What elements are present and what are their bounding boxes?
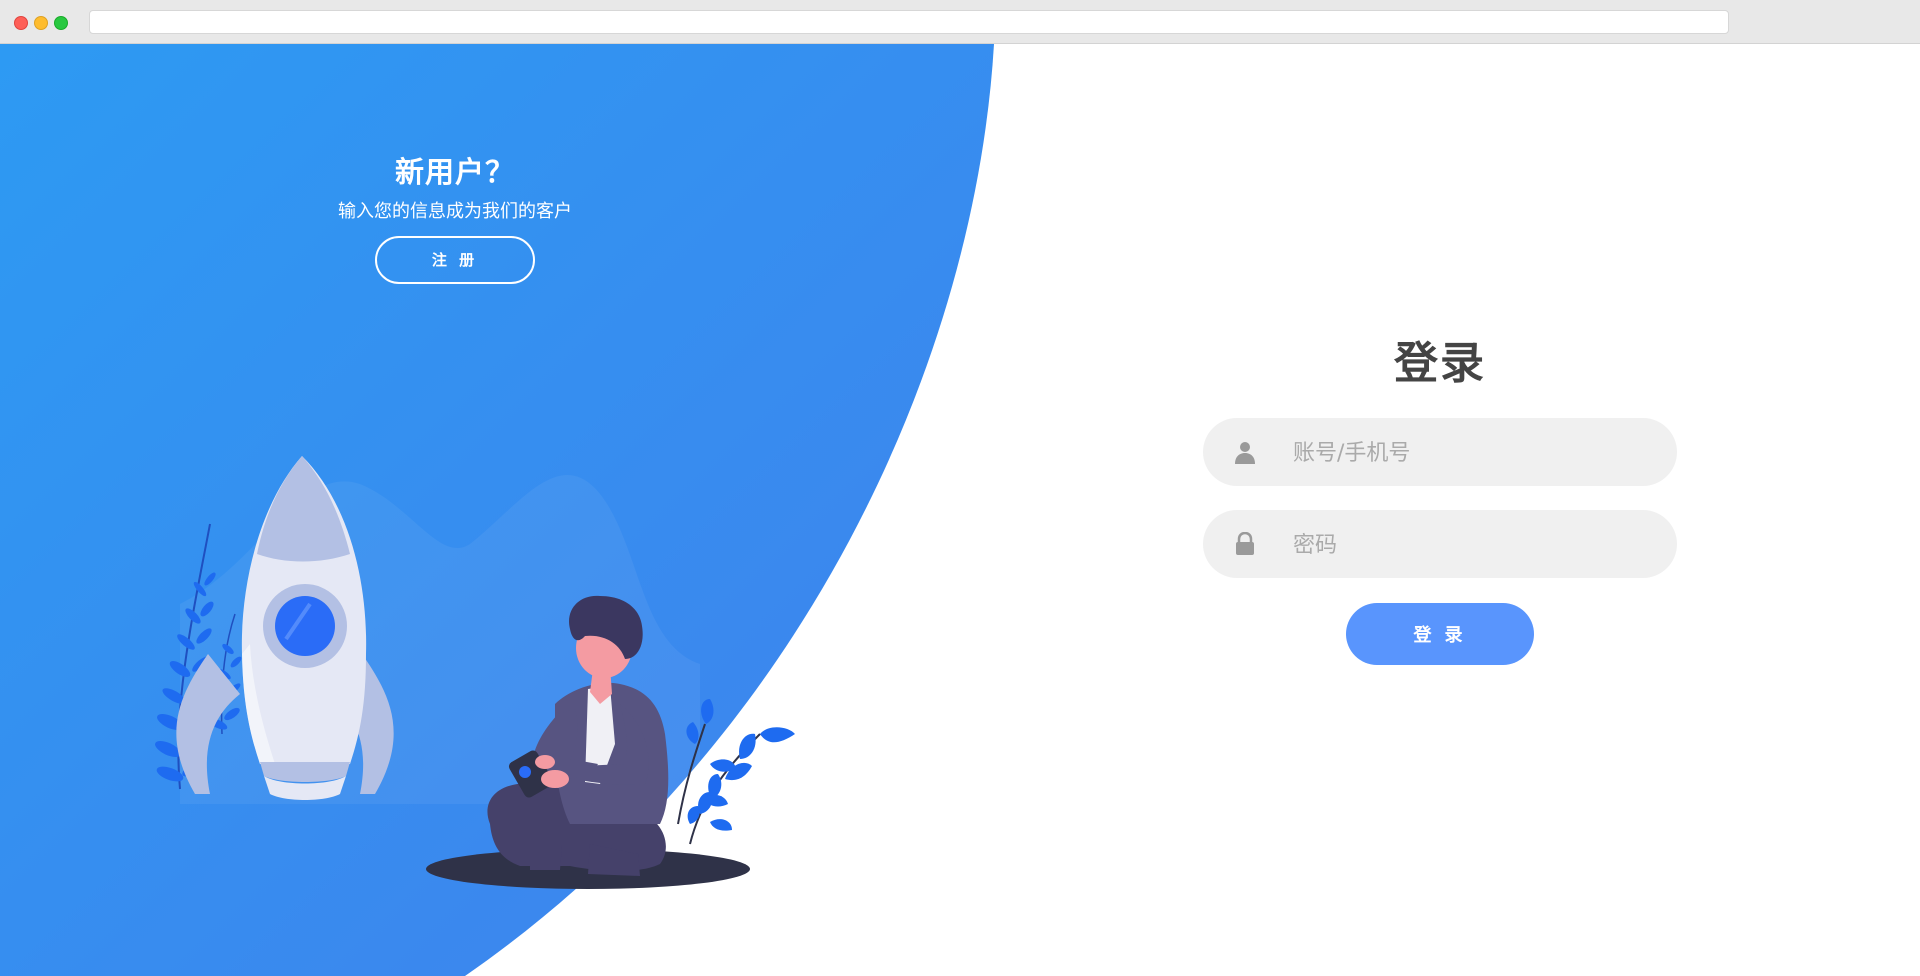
close-window-button[interactable] — [14, 16, 28, 30]
register-button[interactable]: 注 册 — [375, 236, 535, 284]
login-form: 登录 登 录 — [1203, 336, 1677, 665]
minimize-window-button[interactable] — [34, 16, 48, 30]
promo-subtitle: 输入您的信息成为我们的客户 — [338, 201, 572, 222]
person-with-phone — [487, 595, 669, 876]
rocket — [176, 456, 394, 800]
password-input[interactable] — [1291, 510, 1655, 580]
rocket-person-illustration — [155, 456, 795, 889]
username-input[interactable] — [1291, 418, 1655, 488]
maximize-window-button[interactable] — [54, 16, 68, 30]
browser-toolbar — [0, 0, 1920, 44]
login-page: 新用户？ 输入您的信息成为我们的客户 注 册 登录 账号/手机号 登 录 — [0, 44, 1920, 976]
user-icon — [1235, 442, 1255, 464]
promo-title: 新用户？ — [394, 155, 515, 189]
login-title: 登录 — [1394, 338, 1486, 389]
lock-icon — [1236, 532, 1254, 555]
username-field[interactable] — [1203, 418, 1677, 488]
leafy-plant — [677, 699, 795, 845]
password-field[interactable] — [1203, 510, 1677, 580]
browser-window: 新用户？ 输入您的信息成为我们的客户 注 册 登录 账号/手机号 登 录 — [0, 0, 1920, 976]
login-button[interactable]: 登 录 — [1346, 603, 1534, 665]
address-bar[interactable] — [89, 10, 1729, 34]
new-user-panel: 新用户？ 输入您的信息成为我们的客户 注 册 — [305, 154, 605, 284]
